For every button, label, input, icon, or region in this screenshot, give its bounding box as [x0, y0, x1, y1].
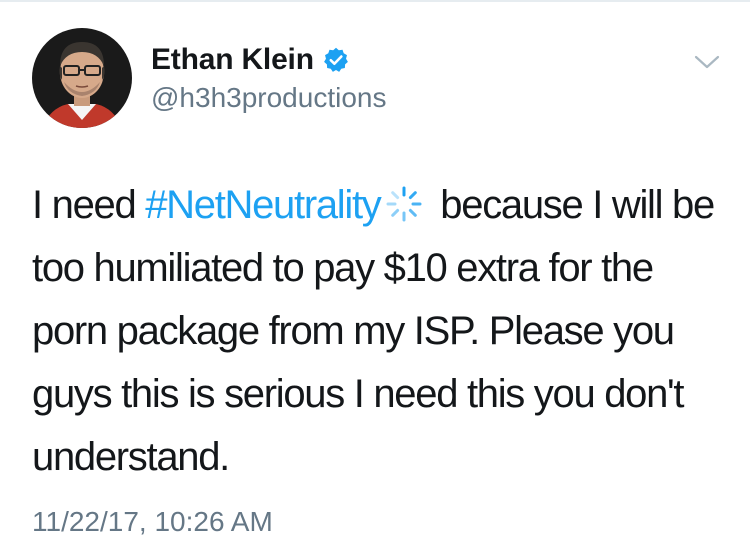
hashtag-link[interactable]: #NetNeutrality [145, 183, 382, 227]
timestamp[interactable]: 11/22/17, 10:26 AM [32, 506, 273, 538]
name-row: Ethan Klein [151, 40, 386, 80]
display-name[interactable]: Ethan Klein [151, 43, 314, 77]
profile-photo [32, 28, 132, 128]
top-divider [0, 0, 750, 2]
chevron-down-icon[interactable] [692, 52, 722, 72]
verified-badge-icon [323, 47, 348, 72]
tweet-text: I need #NetNeutrality because I will be … [32, 174, 722, 489]
tweet-text-end: because I will be too humiliated to pay … [32, 183, 715, 479]
spinner-icon [386, 186, 422, 222]
handle[interactable]: @h3h3productions [151, 82, 386, 114]
tweet-text-start: I need [32, 183, 146, 227]
tweet-author[interactable]: Ethan Klein @h3h3productions [151, 40, 386, 114]
avatar[interactable] [32, 28, 132, 128]
